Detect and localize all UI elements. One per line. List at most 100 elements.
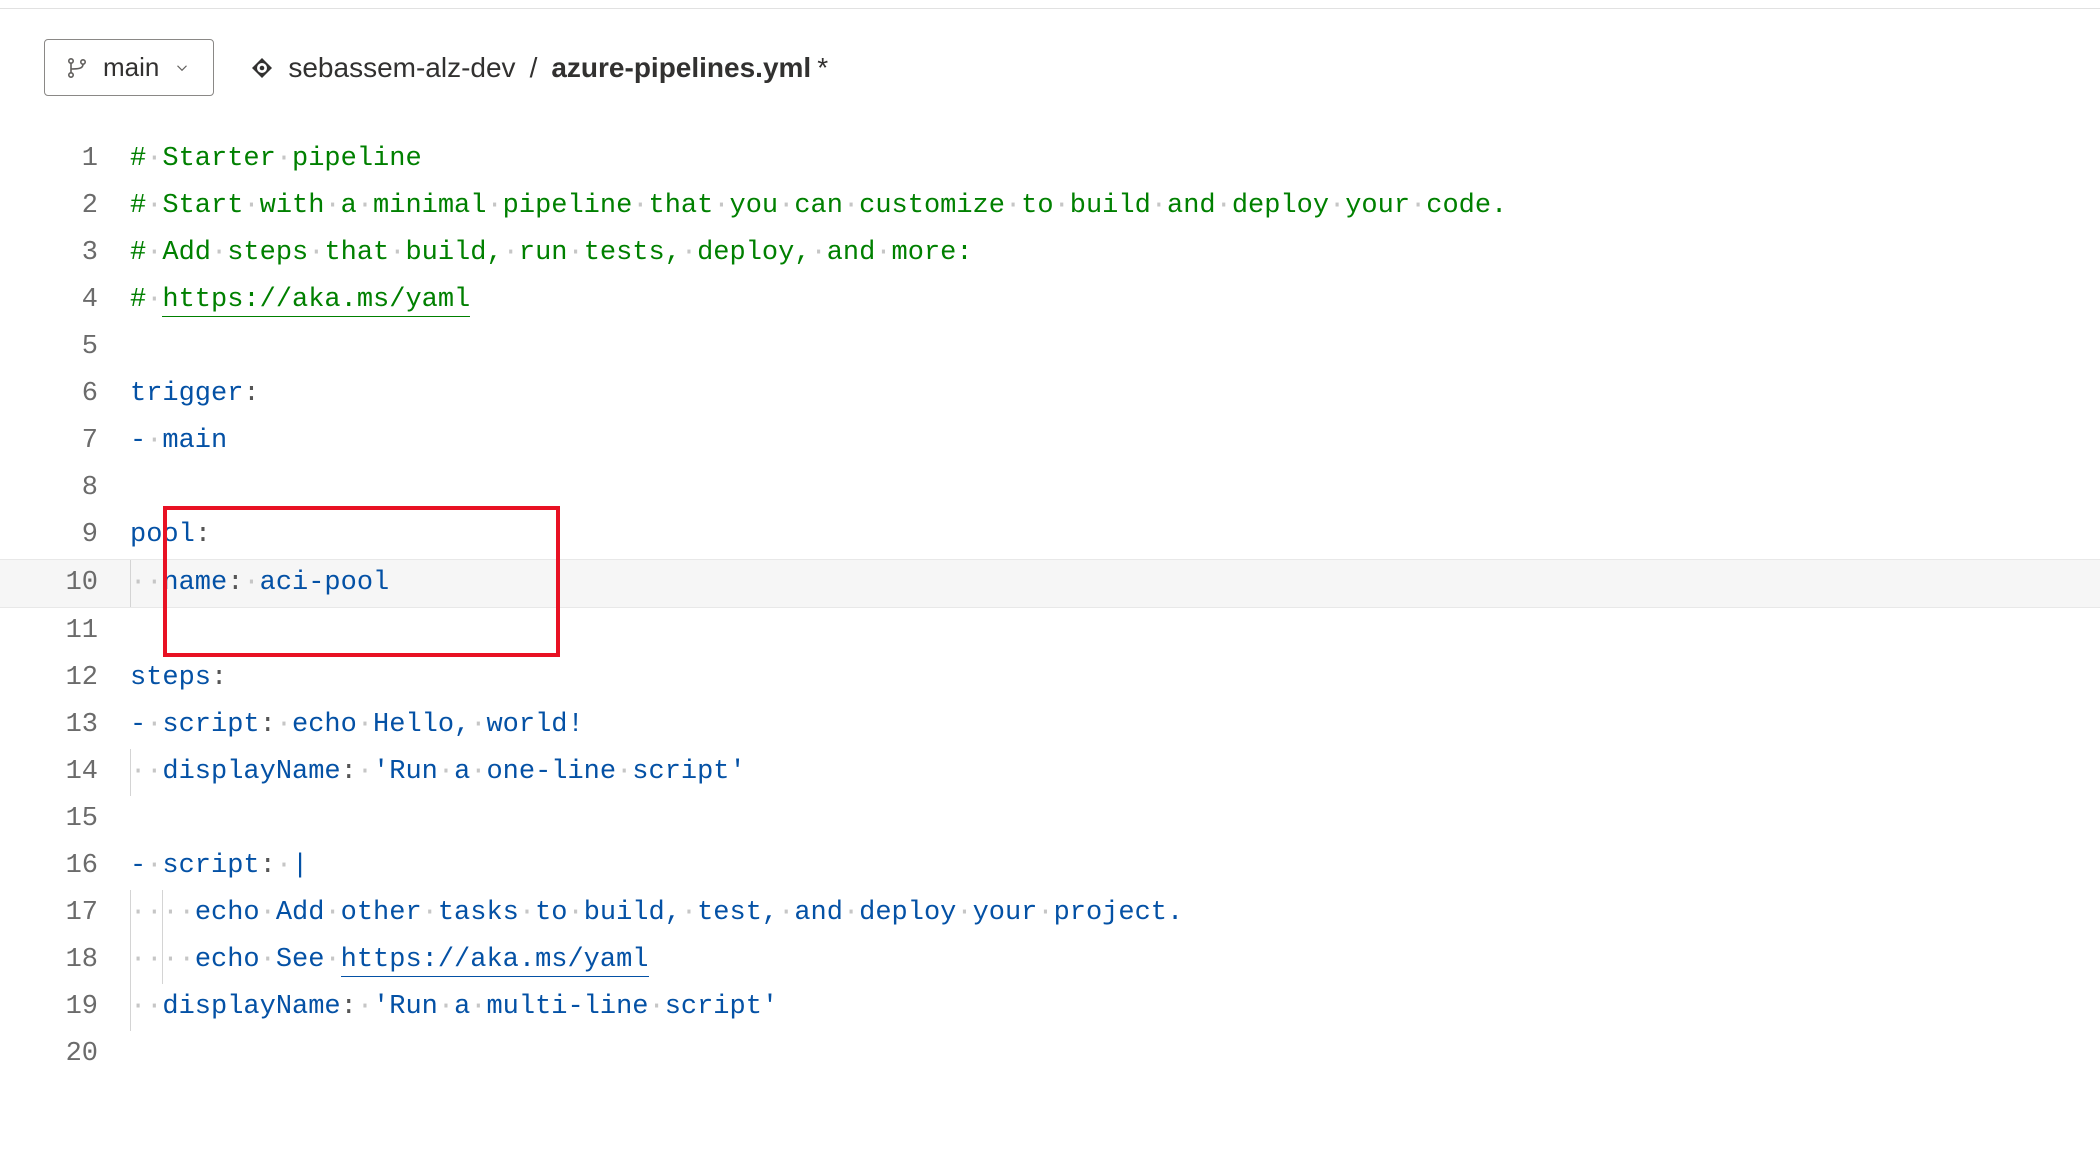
whitespace-dot: ·	[422, 898, 438, 928]
code-content[interactable]: #·https://aka.ms/yaml	[130, 277, 2100, 324]
code-line[interactable]: 18····echo·See·https://aka.ms/yaml	[0, 937, 2100, 984]
code-token: script'	[632, 757, 745, 787]
code-token: #	[130, 238, 146, 268]
whitespace-dot: ·	[146, 757, 162, 787]
code-editor[interactable]: 1#·Starter·pipeline2#·Start·with·a·minim…	[0, 136, 2100, 1078]
code-content[interactable]: steps:	[130, 655, 2100, 702]
whitespace-dot: ·	[649, 992, 665, 1022]
code-token: echo	[195, 945, 260, 975]
code-line[interactable]: 3#·Add·steps·that·build,·run·tests,·depl…	[0, 230, 2100, 277]
whitespace-dot: ·	[357, 757, 373, 787]
page: main sebassem-alz-dev / azure-pipelines.…	[0, 0, 2100, 1078]
code-content[interactable]	[130, 324, 2100, 371]
code-line[interactable]: 20	[0, 1031, 2100, 1078]
code-line[interactable]: 11	[0, 608, 2100, 655]
code-line[interactable]: 19··displayName:·'Run·a·multi-line·scrip…	[0, 984, 2100, 1031]
code-line[interactable]: 10··name:·aci-pool	[0, 559, 2100, 608]
whitespace-dot: ·	[146, 568, 162, 598]
whitespace-dot: ·	[243, 568, 259, 598]
code-line[interactable]: 13-·script:·echo·Hello,·world!	[0, 702, 2100, 749]
code-token: name	[162, 568, 227, 598]
code-content[interactable]: ··name:·aci-pool	[130, 560, 2100, 607]
indent-guide	[162, 890, 163, 937]
code-token: and	[794, 898, 843, 928]
code-content[interactable]	[130, 608, 2100, 655]
code-token: one-line	[486, 757, 616, 787]
code-content[interactable]: -·script:·|	[130, 843, 2100, 890]
code-token: deploy	[1232, 191, 1329, 221]
line-number: 16	[0, 843, 130, 890]
whitespace-dot: ·	[146, 710, 162, 740]
whitespace-dot: ·	[438, 992, 454, 1022]
code-content[interactable]: ··displayName:·'Run·a·multi-line·script'	[130, 984, 2100, 1031]
code-token: a	[341, 191, 357, 221]
code-content[interactable]: ····echo·Add·other·tasks·to·build,·test,…	[130, 890, 2100, 937]
code-content[interactable]: #·Starter·pipeline	[130, 136, 2100, 183]
line-number: 15	[0, 796, 130, 843]
indent-guide	[130, 560, 131, 607]
code-token: |	[292, 851, 308, 881]
whitespace-dot: ·	[438, 757, 454, 787]
whitespace-dot: ·	[875, 238, 891, 268]
line-number: 9	[0, 512, 130, 559]
code-link[interactable]: https://aka.ms/yaml	[341, 945, 649, 977]
code-line[interactable]: 8	[0, 465, 2100, 512]
code-line[interactable]: 15	[0, 796, 2100, 843]
whitespace-dot: ·	[470, 757, 486, 787]
breadcrumb-separator: /	[530, 52, 538, 84]
code-token: #	[130, 144, 146, 174]
line-number: 2	[0, 183, 130, 230]
code-content[interactable]	[130, 465, 2100, 512]
whitespace-dot: ·	[324, 191, 340, 221]
code-content[interactable]	[130, 796, 2100, 843]
code-token: echo	[195, 898, 260, 928]
code-token: to	[1021, 191, 1053, 221]
whitespace-dot: ·	[843, 191, 859, 221]
code-line[interactable]: 9pool:	[0, 512, 2100, 559]
whitespace-dot: ·	[130, 568, 146, 598]
code-line[interactable]: 6trigger:	[0, 371, 2100, 418]
code-line[interactable]: 2#·Start·with·a·minimal·pipeline·that·yo…	[0, 183, 2100, 230]
code-token: pipeline	[503, 191, 633, 221]
whitespace-dot: ·	[260, 898, 276, 928]
code-content[interactable]: #·Add·steps·that·build,·run·tests,·deplo…	[130, 230, 2100, 277]
breadcrumb-file[interactable]: azure-pipelines.yml	[551, 52, 811, 84]
code-line[interactable]: 12steps:	[0, 655, 2100, 702]
code-link[interactable]: https://aka.ms/yaml	[162, 285, 470, 317]
indent-guide	[130, 890, 131, 937]
code-line[interactable]: 4#·https://aka.ms/yaml	[0, 277, 2100, 324]
whitespace-dot: ·	[357, 992, 373, 1022]
code-line[interactable]: 5	[0, 324, 2100, 371]
breadcrumb-repo[interactable]: sebassem-alz-dev	[288, 52, 515, 84]
code-content[interactable]	[130, 1031, 2100, 1078]
code-line[interactable]: 7-·main	[0, 418, 2100, 465]
code-token: deploy,	[697, 238, 810, 268]
code-line[interactable]: 14··displayName:·'Run·a·one-line·script'	[0, 749, 2100, 796]
code-content[interactable]: pool:	[130, 512, 2100, 559]
line-number: 5	[0, 324, 130, 371]
code-line[interactable]: 16-·script:·|	[0, 843, 2100, 890]
code-line[interactable]: 17····echo·Add·other·tasks·to·build,·tes…	[0, 890, 2100, 937]
code-token: more:	[892, 238, 973, 268]
code-content[interactable]: ··displayName:·'Run·a·one-line·script'	[130, 749, 2100, 796]
code-content[interactable]: trigger:	[130, 371, 2100, 418]
code-content[interactable]: -·main	[130, 418, 2100, 465]
branch-selector[interactable]: main	[44, 39, 214, 96]
whitespace-dot: ·	[1410, 191, 1426, 221]
whitespace-dot: ·	[276, 710, 292, 740]
code-content[interactable]: -·script:·echo·Hello,·world!	[130, 702, 2100, 749]
line-number: 20	[0, 1031, 130, 1078]
line-number: 14	[0, 749, 130, 796]
code-line[interactable]: 1#·Starter·pipeline	[0, 136, 2100, 183]
whitespace-dot: ·	[146, 191, 162, 221]
code-token: project.	[1054, 898, 1184, 928]
code-token: your	[1345, 191, 1410, 221]
code-token: customize	[859, 191, 1005, 221]
whitespace-dot: ·	[843, 898, 859, 928]
code-content[interactable]: ····echo·See·https://aka.ms/yaml	[130, 937, 2100, 984]
line-number: 19	[0, 984, 130, 1031]
code-token: pipeline	[292, 144, 422, 174]
code-token: multi-line	[486, 992, 648, 1022]
code-token: world!	[486, 710, 583, 740]
code-content[interactable]: #·Start·with·a·minimal·pipeline·that·you…	[130, 183, 2100, 230]
